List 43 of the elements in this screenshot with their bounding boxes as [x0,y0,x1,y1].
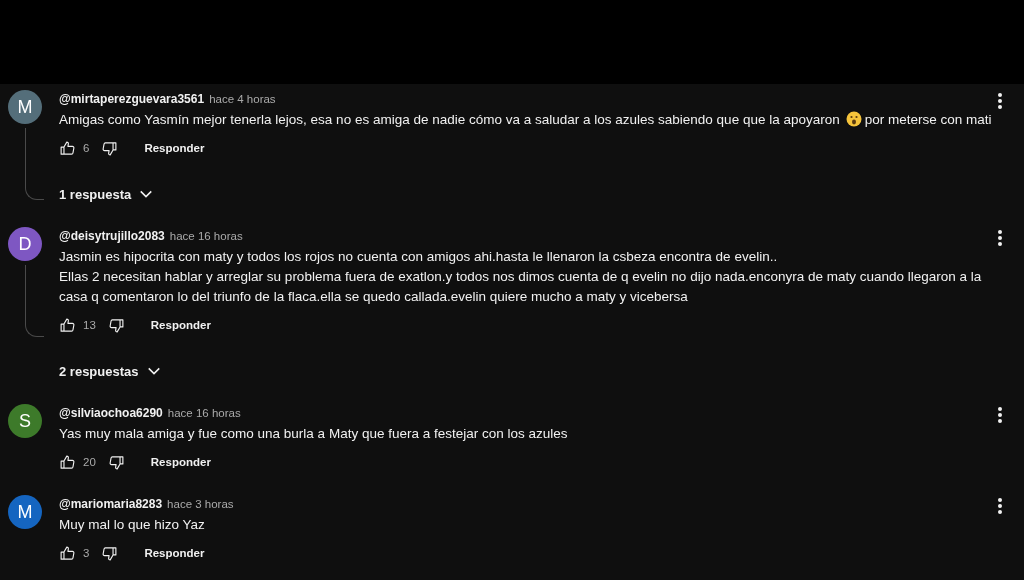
author-name[interactable]: @mariomaria8283 [59,497,163,511]
avatar[interactable]: S [8,404,42,438]
like-count: 20 [83,456,96,468]
comment-text: por meterse con mati [864,112,992,127]
author-name[interactable]: @mirtaperezguevara3561 [59,92,205,106]
comment-text: Yas muy mala amiga y fue como una burla a Maty que fuera a festejar con los azules [59,426,568,441]
reply-button[interactable]: Responder [140,450,221,474]
surprised-face-icon [845,111,862,127]
like-count: 6 [83,142,90,154]
thumbs-up-icon[interactable] [59,453,76,471]
reply-button[interactable]: Responder [134,541,215,565]
thread-line [25,128,44,200]
author-name[interactable]: @deisytrujillo2083 [59,229,165,243]
thumbs-down-icon[interactable] [101,544,119,562]
thumbs-down-icon[interactable] [101,139,119,157]
comment-text: Jasmin es hipocrita con maty y todos los rojos no cuenta con amigos ahi.hasta le llenaron la csbeza encontra de evelin.. [59,249,778,264]
thumbs-up-icon[interactable] [59,316,76,334]
more-options-icon[interactable] [997,406,1003,424]
thumbs-down-icon[interactable] [107,316,125,334]
comment-text: Muy mal lo que hizo Yaz [59,517,205,532]
avatar[interactable]: D [8,227,42,261]
comment-text: Ellas 2 necesitan hablar y arreglar su problema fuera de exatlon.y todos nos dimos cuenta de q evelin no dijo nada.enconyra de maty cuando llegaron a la casa q comentaron lo del triunfo de la flaca.ella se quedo callada.evelin quiere mucho a maty y vicebersa [59,269,982,304]
timestamp[interactable]: hace 16 horas [169,230,243,242]
timestamp[interactable]: hace 4 horas [209,93,276,105]
replies-toggle[interactable]: 1 respuesta [59,176,154,212]
avatar[interactable]: M [8,495,42,529]
replies-toggle[interactable]: 2 respuestas [59,353,161,389]
author-name[interactable]: @silviaochoa6290 [59,406,163,420]
avatar[interactable]: M [8,90,42,124]
more-options-icon[interactable] [997,92,1003,110]
more-options-icon[interactable] [997,229,1003,247]
reply-button[interactable]: Responder [140,313,221,337]
like-count: 13 [83,319,96,331]
like-count: 3 [83,547,90,559]
reply-button[interactable]: Responder [134,136,215,160]
thumbs-up-icon[interactable] [59,139,76,157]
timestamp[interactable]: hace 16 horas [167,407,241,419]
thumbs-down-icon[interactable] [107,453,125,471]
timestamp[interactable]: hace 3 horas [167,498,234,510]
more-options-icon[interactable] [997,497,1003,515]
comment-text: Amigas como Yasmín mejor tenerla lejos, esa no es amiga de nadie cómo va a saludar a los azules sabiendo que que la apoyaron [59,112,840,127]
thread-line [25,265,44,337]
thumbs-up-icon[interactable] [59,544,76,562]
